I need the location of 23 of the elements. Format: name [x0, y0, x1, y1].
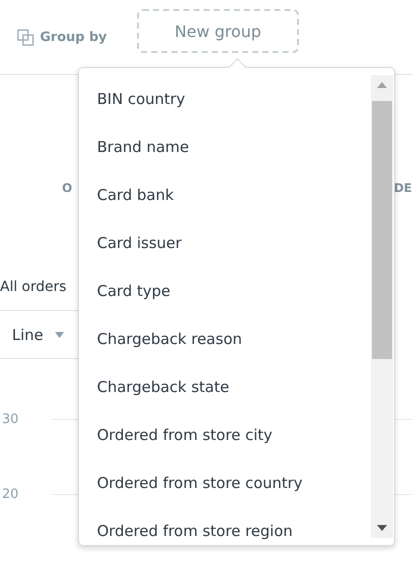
scroll-up-icon[interactable]: [377, 82, 387, 88]
group-by-label: Group by: [40, 30, 107, 44]
y-axis-label: 30: [1, 412, 20, 427]
column-header: DE: [394, 180, 412, 194]
caret-icon: [55, 332, 64, 338]
menu-item[interactable]: Ordered from store region: [79, 507, 371, 545]
y-axis-label: 20: [1, 487, 20, 502]
group-icon: [17, 28, 34, 46]
menu-item[interactable]: Chargeback reason: [79, 315, 371, 363]
column-header: O: [62, 180, 72, 194]
scrollbar[interactable]: [371, 75, 393, 538]
menu-item[interactable]: Brand name: [79, 123, 371, 171]
scroll-down-icon[interactable]: [377, 525, 387, 531]
menu-item[interactable]: Card bank: [79, 171, 371, 219]
menu-item[interactable]: Chargeback state: [79, 363, 371, 411]
menu-item[interactable]: Ordered from store city: [79, 411, 371, 459]
panel-title: All orders: [0, 279, 66, 295]
menu-item[interactable]: Card type: [79, 267, 371, 315]
scrollbar-thumb[interactable]: [372, 101, 392, 359]
menu-item[interactable]: Card issuer: [79, 219, 371, 267]
menu-item[interactable]: BIN country: [79, 75, 371, 123]
menu-item[interactable]: Ordered from store country: [79, 459, 371, 507]
chart-type-select[interactable]: Line: [12, 326, 64, 344]
